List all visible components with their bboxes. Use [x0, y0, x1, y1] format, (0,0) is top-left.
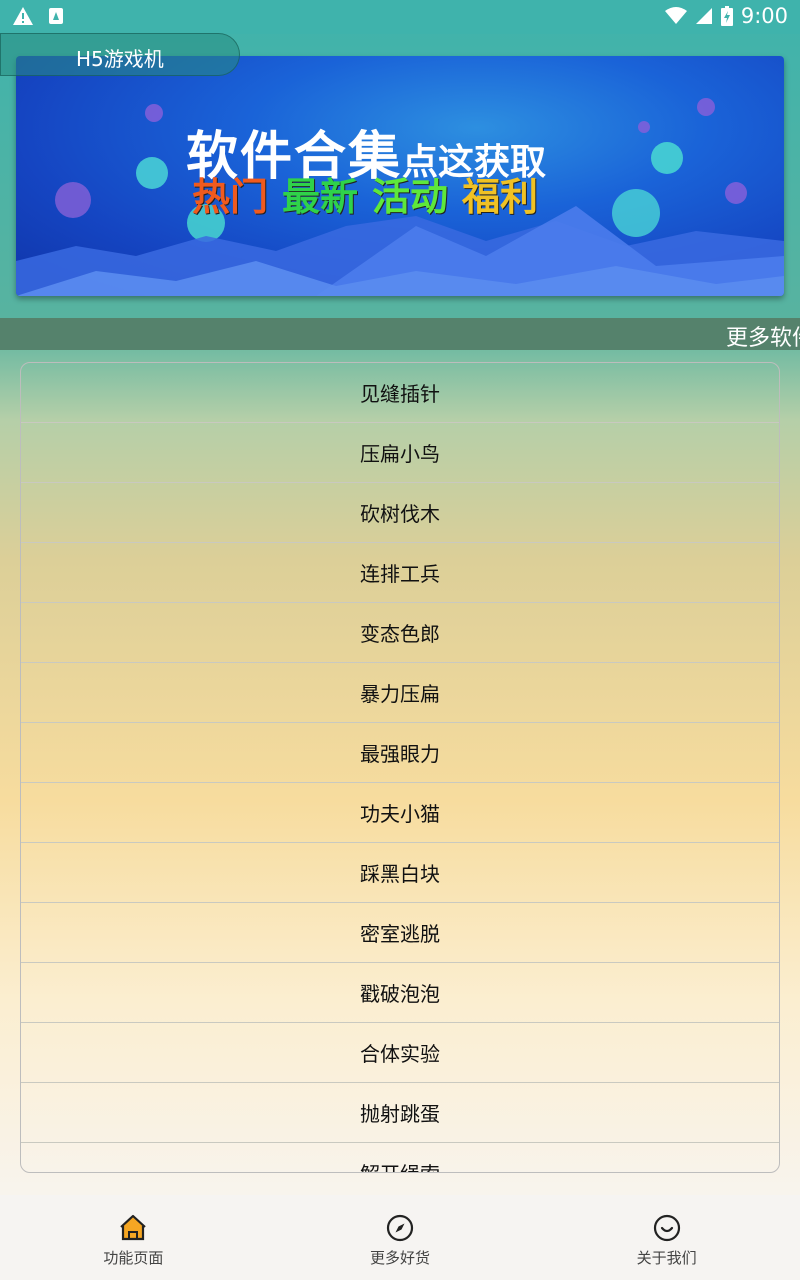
- banner-tags: 热门 最新 活动 福利: [192, 166, 538, 221]
- banner-tag: 福利: [462, 175, 539, 219]
- app-title: H5游戏机: [76, 47, 164, 71]
- game-list-item[interactable]: 见缝插针: [21, 363, 779, 423]
- nav-item-features[interactable]: 功能页面: [0, 1195, 267, 1280]
- status-time: 9:00: [740, 4, 788, 28]
- app-title-pill: H5游戏机: [0, 33, 240, 76]
- game-list-item[interactable]: 压扁小鸟: [21, 423, 779, 483]
- home-icon: [120, 1214, 147, 1241]
- game-list-item[interactable]: 暴力压扁: [21, 663, 779, 723]
- game-list-item[interactable]: 解开绳索: [21, 1143, 779, 1172]
- status-bar: 9:00: [0, 0, 800, 34]
- signal-icon: [695, 8, 712, 24]
- banner-tag: 活动: [372, 175, 449, 219]
- app-notification-icon: [49, 8, 63, 24]
- game-list-item[interactable]: 抛射跳蛋: [21, 1083, 779, 1143]
- game-list[interactable]: 见缝插针 压扁小鸟 砍树伐木 连排工兵 变态色郎 暴力压扁 最强眼力 功夫小猫 …: [20, 362, 780, 1173]
- promo-banner[interactable]: 软件合集点这获取 热门 最新 活动 福利: [16, 56, 784, 296]
- marquee-bar[interactable]: 更多软件: [0, 318, 800, 350]
- game-list-item[interactable]: 砍树伐木: [21, 483, 779, 543]
- wifi-icon: [664, 7, 687, 24]
- nav-item-more-goods[interactable]: 更多好货: [267, 1195, 534, 1280]
- banner-tag: 热门: [192, 175, 269, 219]
- game-list-item[interactable]: 合体实验: [21, 1023, 779, 1083]
- nav-item-about-us[interactable]: 关于我们: [533, 1195, 800, 1280]
- game-list-item[interactable]: 变态色郎: [21, 603, 779, 663]
- nav-label: 功能页面: [103, 1249, 164, 1267]
- banner-tag: 最新: [282, 175, 359, 219]
- nav-label: 关于我们: [636, 1249, 697, 1267]
- compass-icon: [386, 1214, 414, 1242]
- game-list-item[interactable]: 连排工兵: [21, 543, 779, 603]
- bottom-nav: 功能页面 更多好货 关于我们: [0, 1195, 800, 1280]
- game-list-item[interactable]: 功夫小猫: [21, 783, 779, 843]
- marquee-text: 更多软件: [726, 326, 800, 350]
- game-list-item[interactable]: 密室逃脱: [21, 903, 779, 963]
- smile-icon: [653, 1214, 680, 1242]
- nav-label: 更多好货: [370, 1249, 431, 1267]
- game-list-item[interactable]: 最强眼力: [21, 723, 779, 783]
- game-list-item[interactable]: 戳破泡泡: [21, 963, 779, 1023]
- game-list-item[interactable]: 踩黑白块: [21, 843, 779, 903]
- battery-icon: [720, 6, 733, 26]
- warning-icon: [13, 7, 33, 25]
